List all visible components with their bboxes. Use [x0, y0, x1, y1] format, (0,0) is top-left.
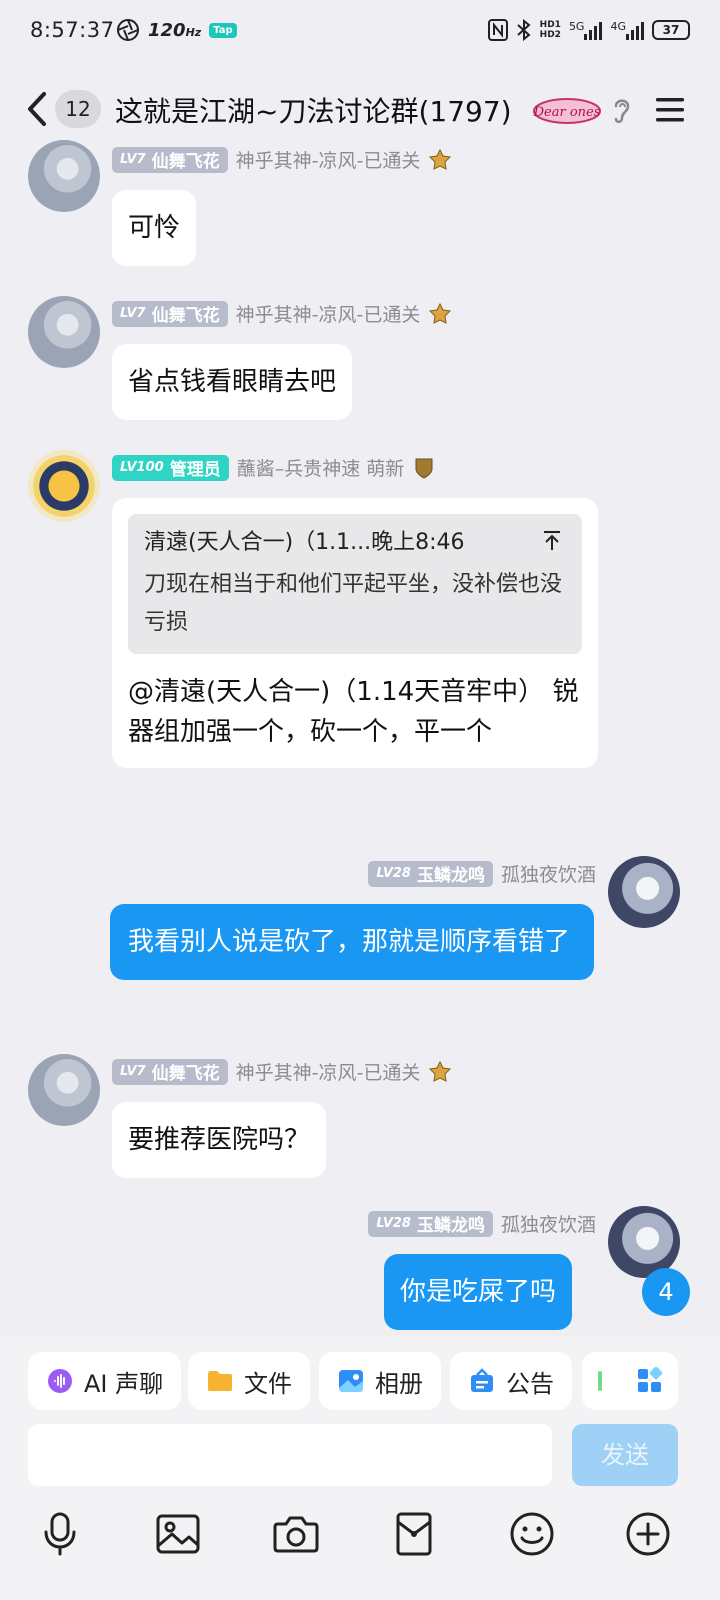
- avatar[interactable]: [28, 140, 100, 212]
- medal-icon: [429, 1060, 452, 1082]
- signal-bars-icon: [626, 20, 644, 40]
- back-arrow-icon[interactable]: [22, 88, 52, 130]
- folder-icon: [208, 1371, 232, 1391]
- ai-voice-chat-button[interactable]: AI 声聊: [28, 1352, 182, 1410]
- level-badge: LV28 玉鳞龙鸣: [368, 1210, 493, 1237]
- quick-action-label: 相册: [375, 1369, 423, 1398]
- rank-shield-icon: [415, 458, 433, 479]
- quick-action-label: AI 声聊: [84, 1369, 164, 1398]
- red-packet-icon[interactable]: [390, 1510, 438, 1558]
- sender-nickname: 蘸酱–兵贵神速 萌新: [236, 458, 405, 480]
- tap-app-icon: Tap: [209, 22, 237, 38]
- chat-title[interactable]: 这就是江湖~刀法讨论群(1797): [115, 90, 512, 130]
- message-meta: LV28 玉鳞龙鸣 孤独夜饮酒: [368, 1210, 596, 1237]
- composer-area: AI 声聊 文件 相册 公告 发送: [0, 1336, 720, 1600]
- quick-action-label: 文件: [244, 1369, 292, 1398]
- message-meta: LV100 管理员 蘸酱–兵贵神速 萌新: [112, 454, 436, 481]
- send-button[interactable]: 发送: [572, 1424, 678, 1486]
- message-meta: LV28 玉鳞龙鸣 孤独夜饮酒: [368, 860, 596, 887]
- album-icon: [339, 1370, 363, 1392]
- message-meta: LV7 仙舞飞花 神乎其神-凉风-已通关: [112, 300, 452, 327]
- quoted-message[interactable]: 清遠(天人合一)（1.1...晚上8:46 刀现在相当于和他们平起平坐，没补偿也…: [128, 514, 582, 654]
- message-bubble[interactable]: 清遠(天人合一)（1.1...晚上8:46 刀现在相当于和他们平起平坐，没补偿也…: [112, 498, 598, 768]
- nfc-icon: [487, 19, 508, 41]
- dear-ones-badge-icon: Dear ones: [533, 98, 601, 124]
- jump-to-quote-icon[interactable]: [542, 528, 562, 552]
- announcement-button[interactable]: 公告: [450, 1352, 572, 1410]
- svg-text:Dear ones: Dear ones: [533, 105, 601, 120]
- message-meta: LV7 仙舞飞花 神乎其神-凉风-已通关: [112, 1058, 452, 1085]
- avatar[interactable]: [28, 1054, 100, 1126]
- input-toolbar: [0, 1500, 720, 1580]
- apps-grid-icon: [638, 1367, 663, 1392]
- level-badge: LV28 玉鳞龙鸣: [368, 860, 493, 887]
- file-button[interactable]: 文件: [188, 1352, 310, 1410]
- menu-icon[interactable]: [654, 96, 686, 124]
- signal-4g: 4G: [610, 20, 644, 40]
- quote-body: 刀现在相当于和他们平起平坐，没补偿也没亏损: [144, 572, 563, 635]
- message-input[interactable]: [28, 1424, 552, 1486]
- bluetooth-icon: [516, 18, 531, 42]
- message-bubble[interactable]: 你是吃屎了吗: [384, 1254, 573, 1330]
- signal-5g: 5G: [569, 20, 603, 40]
- hd-indicator: HD1 HD2: [539, 20, 561, 40]
- emoji-icon[interactable]: [508, 1510, 556, 1558]
- chat-header: 12 这就是江湖~刀法讨论群(1797) Dear ones: [0, 66, 720, 154]
- apps-grid-button[interactable]: [622, 1352, 678, 1410]
- level-badge: LV7 仙舞飞花: [112, 146, 228, 173]
- plus-icon[interactable]: [624, 1510, 672, 1558]
- avatar[interactable]: [608, 856, 680, 928]
- unread-count-badge[interactable]: 12: [55, 90, 101, 128]
- microphone-icon[interactable]: [36, 1510, 84, 1558]
- avatar[interactable]: [28, 450, 100, 522]
- message-bubble[interactable]: 省点钱看眼睛去吧: [112, 344, 353, 420]
- battery-icon: 37: [652, 20, 690, 40]
- level-badge: LV7 仙舞飞花: [112, 1058, 228, 1085]
- sender-nickname: 孤独夜饮酒: [500, 1214, 596, 1236]
- avatar[interactable]: [608, 1206, 680, 1278]
- message-bubble[interactable]: 要推荐医院吗？: [112, 1102, 327, 1178]
- sender-nickname: 神乎其神-凉风-已通关: [235, 304, 421, 326]
- ear-icon[interactable]: [610, 94, 634, 126]
- quick-action-label: 公告: [506, 1369, 554, 1398]
- signal-bars-icon: [584, 20, 603, 40]
- ai-voice-icon: [48, 1369, 72, 1393]
- admin-badge: LV100 管理员: [112, 454, 229, 481]
- message-bubble[interactable]: 我看别人说是砍了，那就是顺序看错了: [110, 904, 594, 980]
- avatar[interactable]: [28, 296, 100, 368]
- announcement-icon: [471, 1368, 493, 1392]
- status-time: 8:57:37: [30, 18, 115, 42]
- image-icon[interactable]: [154, 1510, 202, 1558]
- message-bubble[interactable]: 可怜: [112, 190, 197, 266]
- new-message-count-badge[interactable]: 4: [642, 1268, 690, 1316]
- sender-nickname: 神乎其神-凉风-已通关: [235, 1062, 421, 1084]
- sender-nickname: 孤独夜饮酒: [500, 864, 596, 886]
- level-badge: LV7 仙舞飞花: [112, 300, 228, 327]
- refresh-rate: 120Hz: [148, 19, 202, 41]
- medal-icon: [429, 302, 452, 324]
- medal-icon: [429, 148, 452, 170]
- aperture-icon: [117, 19, 139, 41]
- album-button[interactable]: 相册: [319, 1352, 441, 1410]
- sender-nickname: 神乎其神-凉风-已通关: [235, 150, 421, 172]
- quote-header: 清遠(天人合一)（1.1...晚上8:46: [144, 530, 465, 555]
- status-bar: 8:57:37 120Hz Tap HD1 HD2 5G 4G 37: [0, 0, 720, 66]
- message-meta: LV7 仙舞飞花 神乎其神-凉风-已通关: [112, 146, 452, 173]
- message-text: @清遠(天人合一)（1.14天音牢中） 锐器组加强一个，砍一个，平一个: [128, 677, 579, 747]
- camera-icon[interactable]: [272, 1510, 320, 1558]
